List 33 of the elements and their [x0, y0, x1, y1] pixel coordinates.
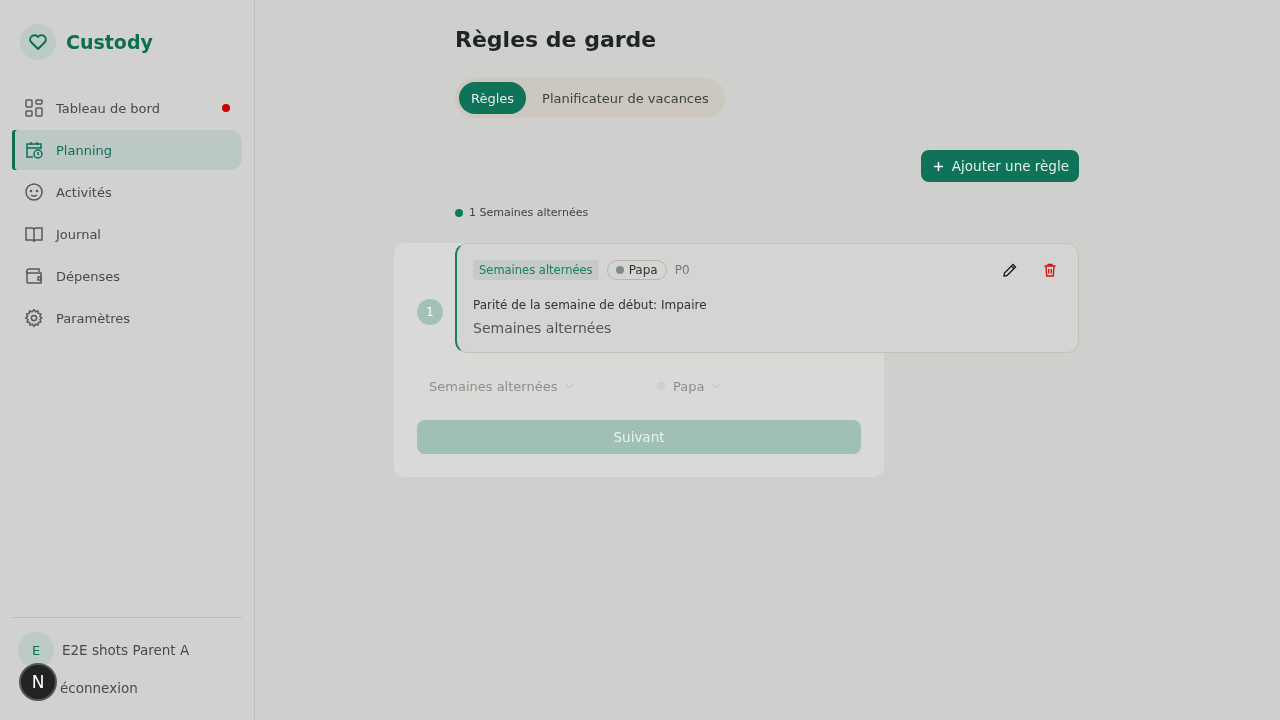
- heart-logo-icon: [20, 24, 56, 60]
- sidebar-item[interactable]: Paramètres: [12, 298, 242, 338]
- brand-name: Custody: [66, 31, 153, 53]
- parent-name: Papa: [628, 263, 658, 277]
- rule-code: P0: [674, 263, 690, 277]
- legend-label: 1 Semaines alternées: [469, 206, 589, 219]
- step-number: 1: [417, 299, 443, 325]
- tab[interactable]: Planificateur de vacances: [530, 82, 721, 114]
- sidebar-item[interactable]: Dépenses: [12, 256, 242, 296]
- sidebar-item[interactable]: Journal: [12, 214, 242, 254]
- sidebar-item[interactable]: Planning: [12, 130, 242, 170]
- add-rule-button[interactable]: Ajouter une règle: [920, 150, 1079, 182]
- rule-type-tag: Semaines alternées: [473, 260, 599, 280]
- tab[interactable]: Règles: [459, 82, 527, 114]
- calendar-clock-icon: [24, 140, 44, 160]
- logout-link[interactable]: éconnexion: [60, 676, 138, 700]
- parent-dot: [615, 266, 624, 274]
- user-avatar: E: [18, 632, 54, 668]
- page-title: Règles de garde: [455, 27, 658, 52]
- wallet-icon: [24, 266, 44, 286]
- book-icon: [24, 224, 44, 244]
- rule-name: Semaines alternées: [473, 320, 613, 336]
- settings-icon: [24, 308, 44, 328]
- dev-badge[interactable]: N: [19, 663, 57, 701]
- sidebar-item[interactable]: Activités: [12, 172, 242, 212]
- pencil-icon: [1002, 262, 1018, 278]
- plus-icon: [932, 160, 944, 172]
- sidebar-item[interactable]: Tableau de bord: [12, 88, 242, 128]
- trash-icon: [1042, 262, 1058, 278]
- grid-icon: [24, 98, 44, 118]
- rule-detail: Parité de la semaine de début: Impaire: [473, 298, 708, 312]
- user-name: E2E shots Parent A: [62, 642, 190, 658]
- smiley-icon: [24, 182, 44, 202]
